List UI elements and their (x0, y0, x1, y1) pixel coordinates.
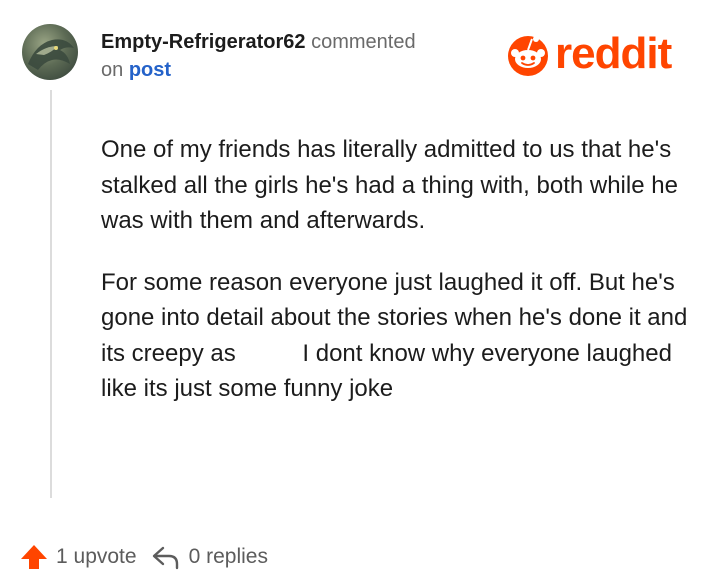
reddit-wordmark: reddit (555, 29, 672, 78)
upvote-button[interactable]: 1 upvote (20, 543, 137, 571)
comment-footer: 1 upvote 0 replies (20, 540, 282, 574)
thread-line (50, 90, 52, 498)
comment-avatar[interactable] (22, 24, 78, 80)
reddit-logo: reddit (505, 29, 672, 78)
upvote-arrow-icon (21, 545, 47, 569)
action-text: commented (311, 31, 416, 53)
reply-arrow-icon (152, 546, 178, 570)
replies-count: 0 replies (188, 545, 268, 568)
reddit-snoo-icon (508, 36, 548, 76)
comment-body: One of my friends has literally admitted… (101, 132, 691, 433)
post-link[interactable]: post (129, 59, 171, 81)
replies-button[interactable]: 0 replies (151, 543, 268, 571)
comment-paragraph-2: For some reason everyone just laughed it… (101, 268, 688, 403)
on-text: on (101, 59, 124, 81)
comment-paragraph-1: One of my friends has literally admitted… (101, 136, 678, 234)
upvote-count: 1 upvote (56, 545, 137, 568)
author-name[interactable]: Empty-Refrigerator62 (101, 31, 306, 53)
avatar-image (28, 39, 74, 70)
comment-header: Empty-Refrigerator62 commented on post (101, 28, 491, 84)
